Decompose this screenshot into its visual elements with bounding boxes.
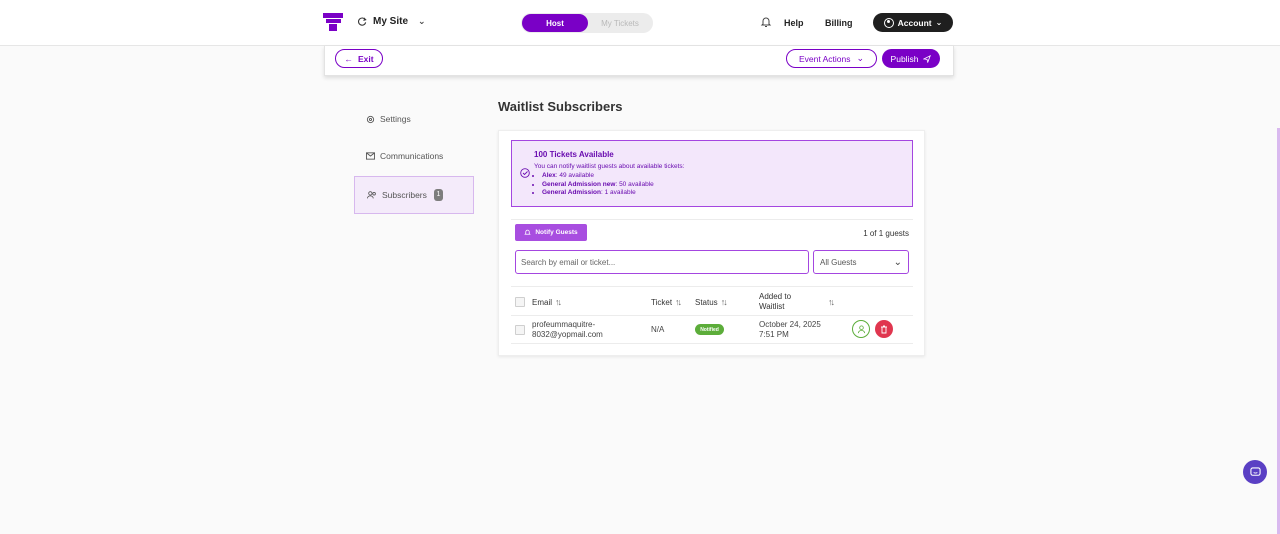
guest-filter-select[interactable]: All Guests ⌄: [813, 250, 909, 274]
guest-filter-value: All Guests: [820, 257, 857, 267]
ticket-name: General Admission new: [542, 180, 616, 188]
ticket-name: General Admission: [542, 189, 601, 196]
chevron-down-icon: ⌄: [856, 53, 865, 63]
ticket-name: Alex: [542, 172, 556, 179]
chevron-down-icon: ⌄: [893, 256, 902, 268]
refresh-icon: [358, 17, 367, 26]
tab-host[interactable]: Host: [522, 14, 588, 32]
added-header-label: Added to Waitlist: [759, 292, 791, 311]
page-title: Waitlist Subscribers: [498, 99, 623, 114]
check-circle-icon: [520, 168, 530, 178]
chevron-down-icon: ⌄: [418, 16, 426, 26]
list-item: General Admission new: 50 available: [542, 181, 654, 190]
status-badge: Notified: [695, 324, 724, 335]
added-header-line: Waitlist: [759, 301, 785, 311]
column-header-status[interactable]: Status ↑↓: [695, 297, 728, 307]
host-tickets-toggle: Host My Tickets: [521, 13, 653, 33]
arrow-left-icon: ←: [344, 53, 353, 64]
user-circle-icon: [883, 17, 894, 28]
added-date: October 24, 2025: [759, 320, 821, 329]
trash-icon: [881, 325, 887, 333]
available-tickets-list: Alex: 49 available General Admission new…: [542, 172, 654, 198]
waitlist-card: 100 Tickets Available You can notify wai…: [498, 130, 925, 356]
row-ticket: N/A: [651, 325, 665, 334]
site-switcher[interactable]: My Site ⌄: [358, 16, 426, 27]
list-item: Alex: 49 available: [542, 172, 654, 181]
ticket-availability: : 49 available: [555, 172, 595, 179]
top-nav: My Site ⌄ Host My Tickets Help Billing A…: [0, 0, 1280, 46]
email-line: profeummaquitre-: [532, 320, 596, 329]
publish-label: Publish: [890, 53, 919, 64]
event-action-bar: ← Exit Event Actions ⌄ Publish: [324, 46, 954, 76]
bell-icon: [524, 229, 532, 235]
sort-icon: ↑↓: [555, 297, 562, 307]
user-icon: [857, 324, 865, 333]
tickets-available-alert: 100 Tickets Available You can notify wai…: [511, 140, 913, 207]
site-name: My Site: [373, 16, 409, 27]
column-header-email[interactable]: Email ↑↓: [532, 297, 562, 307]
bell-icon[interactable]: [760, 16, 772, 28]
sidebar-item-label: Subscribers: [382, 190, 427, 200]
row-added: October 24, 2025 7:51 PM: [759, 320, 821, 339]
subscribers-count-badge: 1: [433, 189, 443, 201]
column-header-ticket[interactable]: Ticket ↑↓: [651, 297, 682, 307]
event-actions-dropdown[interactable]: Event Actions ⌄: [786, 49, 877, 68]
row-checkbox[interactable]: [515, 325, 525, 335]
view-guest-button[interactable]: [852, 320, 870, 338]
sort-icon: ↑↓: [828, 296, 835, 307]
sidebar-item-settings[interactable]: Settings: [354, 100, 474, 138]
ticket-availability: : 50 available: [615, 180, 654, 188]
chat-support-button[interactable]: [1243, 460, 1267, 484]
added-time: 7:51 PM: [759, 329, 789, 339]
publish-button[interactable]: Publish: [882, 49, 940, 68]
billing-link[interactable]: Billing: [825, 18, 853, 28]
event-actions-label: Event Actions: [798, 53, 851, 64]
exit-label: Exit: [357, 53, 374, 64]
alert-title: 100 Tickets Available: [534, 150, 614, 159]
logo-icon[interactable]: [323, 13, 343, 31]
divider: [511, 343, 913, 344]
row-email: profeummaquitre- 8032@yopmail.com: [532, 320, 603, 339]
gear-icon: [366, 115, 375, 123]
exit-button[interactable]: ← Exit: [335, 49, 383, 68]
sort-icon: ↑↓: [675, 297, 682, 307]
sidebar-item-label: Communications: [380, 151, 444, 161]
column-header-added[interactable]: Added to Waitlist ↑↓: [759, 292, 835, 311]
chat-icon: [1249, 466, 1261, 476]
select-all-checkbox[interactable]: [515, 297, 525, 307]
sidebar-item-label: Settings: [380, 114, 411, 124]
search-input[interactable]: [515, 250, 809, 274]
ticket-availability: : 1 available: [601, 189, 636, 196]
added-header-line: Added to: [759, 292, 792, 301]
chevron-down-icon: ⌄: [935, 18, 943, 27]
notify-guests-button[interactable]: Notify Guests: [515, 224, 587, 241]
divider: [511, 315, 913, 316]
send-icon: [923, 54, 932, 63]
envelope-icon: [366, 152, 375, 160]
notify-guests-label: Notify Guests: [535, 229, 578, 236]
sidebar-item-subscribers[interactable]: Subscribers 1: [354, 176, 474, 214]
divider: [511, 219, 913, 220]
account-label: Account: [897, 17, 932, 28]
tab-my-tickets[interactable]: My Tickets: [587, 14, 653, 32]
email-header-label: Email: [532, 297, 553, 307]
account-button[interactable]: Account ⌄: [873, 13, 953, 32]
status-header-label: Status: [695, 297, 718, 307]
users-icon: [367, 191, 376, 199]
sort-icon: ↑↓: [720, 297, 728, 307]
divider: [511, 286, 913, 287]
alert-description: You can notify waitlist guests about ava…: [534, 163, 685, 170]
help-link[interactable]: Help: [784, 18, 804, 28]
sidebar-item-communications[interactable]: Communications: [354, 137, 474, 175]
guest-count: 1 of 1 guests: [863, 229, 909, 238]
ticket-header-label: Ticket: [651, 297, 673, 307]
list-item: General Admission: 1 available: [542, 189, 654, 198]
email-line: 8032@yopmail.com: [532, 329, 603, 339]
delete-guest-button[interactable]: [875, 320, 893, 338]
